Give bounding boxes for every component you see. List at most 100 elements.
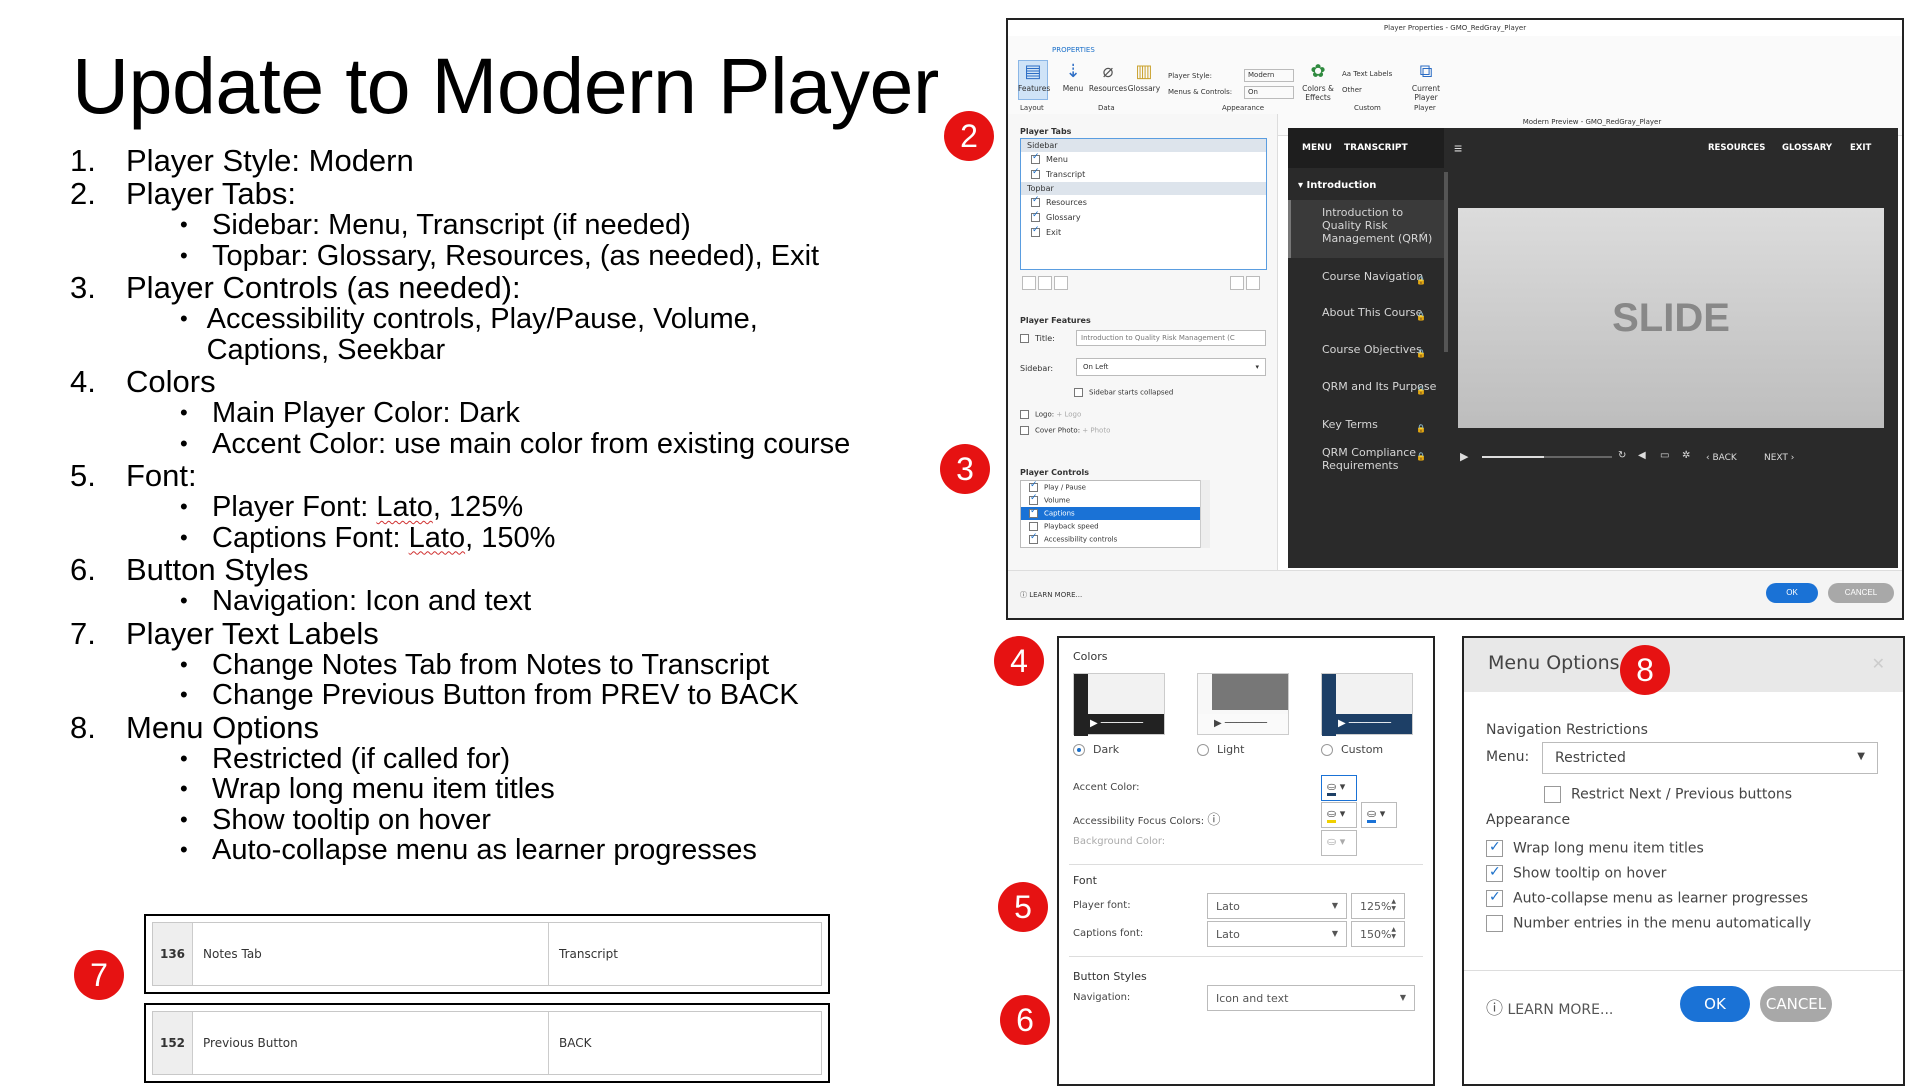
- edit-tab-icon[interactable]: [1038, 276, 1052, 290]
- preview-menu-item[interactable]: About This Course 🔒: [1288, 306, 1444, 321]
- checkbox-accessibility[interactable]: [1029, 532, 1038, 544]
- restrict-next-prev-checkbox[interactable]: Restrict Next / Previous buttons: [1544, 786, 1792, 803]
- add-photo-link[interactable]: + Photo: [1082, 427, 1110, 435]
- checkbox-cover-photo[interactable]: [1020, 426, 1029, 435]
- ribbon-tab-properties[interactable]: PROPERTIES: [1052, 46, 1095, 54]
- checkbox-resources[interactable]: [1031, 195, 1040, 207]
- delete-tab-icon[interactable]: [1054, 276, 1068, 290]
- accent-color-picker[interactable]: ⛀ ▾: [1321, 775, 1357, 801]
- show-tooltip-checkbox[interactable]: Show tooltip on hover: [1486, 864, 1666, 882]
- resources-button[interactable]: ⌀ Resources: [1088, 62, 1128, 94]
- learn-more-link[interactable]: ⓘ LEARN MORE...: [1486, 994, 1613, 1019]
- player-style-select[interactable]: Modern: [1244, 69, 1294, 82]
- radio-light[interactable]: Light: [1197, 743, 1244, 756]
- navigation-restrictions-header: Navigation Restrictions: [1486, 722, 1648, 738]
- hamburger-icon[interactable]: ≡: [1454, 140, 1462, 156]
- preview-menu-item[interactable]: Course Navigation 🔒: [1288, 270, 1444, 285]
- outline-subitem: • Captions Font: Lato, 150%: [70, 522, 870, 554]
- checkbox-menu[interactable]: [1031, 152, 1040, 164]
- preview-menu-item[interactable]: Key Terms 🔒: [1288, 418, 1444, 433]
- preview-menu-item-label: Key Terms: [1322, 418, 1378, 431]
- preview-tab-menu[interactable]: MENU: [1302, 143, 1332, 153]
- menu-restriction-select[interactable]: Restricted ▼: [1542, 742, 1878, 774]
- preview-tab-transcript[interactable]: TRANSCRIPT: [1344, 143, 1408, 153]
- move-up-icon[interactable]: [1230, 276, 1244, 290]
- group-data: Data: [1098, 104, 1115, 112]
- theme-custom-swatch[interactable]: ▶ ───────: [1321, 673, 1413, 736]
- focus-color-picker-2[interactable]: ⛀ ▾: [1361, 802, 1397, 828]
- list-scrollbar[interactable]: [1200, 480, 1210, 548]
- back-button[interactable]: ‹ BACK: [1706, 453, 1737, 463]
- preview-menu-item[interactable]: QRM Compliance Requirements 🔒: [1288, 446, 1444, 472]
- focus-color-picker-1[interactable]: ⛀ ▾: [1321, 802, 1357, 828]
- glossary-button[interactable]: ▥ Glossary: [1126, 62, 1162, 94]
- cancel-button[interactable]: CANCEL: [1760, 986, 1832, 1022]
- sidebar-select[interactable]: On Left ▾: [1076, 358, 1266, 376]
- outline-subitem-text: Navigation: Icon and text: [212, 585, 532, 617]
- checkbox-play-pause[interactable]: [1029, 481, 1038, 492]
- volume-icon[interactable]: ◀: [1638, 450, 1646, 461]
- replay-icon[interactable]: ↻: [1618, 450, 1626, 461]
- seekbar[interactable]: [1482, 456, 1612, 458]
- new-tab-icon[interactable]: [1022, 276, 1036, 290]
- outline-subitem-text: Auto-collapse menu as learner progresses: [212, 834, 757, 866]
- label-value[interactable]: Transcript: [549, 923, 821, 985]
- background-color-label: Background Color:: [1073, 836, 1166, 847]
- wrap-titles-checkbox[interactable]: Wrap long menu item titles: [1486, 839, 1704, 857]
- player-controls-header: Player Controls: [1020, 468, 1089, 477]
- checkbox-playback-speed[interactable]: [1029, 522, 1038, 531]
- features-button[interactable]: ▤ Features: [1018, 62, 1050, 94]
- menu-button[interactable]: ⇣ Menu: [1058, 61, 1088, 94]
- preview-menu-item[interactable]: Course Objectives 🔒: [1288, 343, 1444, 358]
- number-entries-checkbox[interactable]: Number entries in the menu automatically: [1486, 915, 1811, 932]
- info-icon[interactable]: ⓘ: [1207, 813, 1220, 828]
- captions-font-size[interactable]: 150% ▲ ▼: [1351, 921, 1405, 947]
- label-value[interactable]: BACK: [549, 1012, 821, 1074]
- player-font-select[interactable]: Lato ▼: [1207, 893, 1347, 919]
- checkbox-volume[interactable]: [1029, 493, 1038, 505]
- theme-dark-swatch[interactable]: ▶ ───────: [1073, 673, 1165, 736]
- preview-section[interactable]: ▾ Introduction: [1298, 180, 1376, 191]
- captions-font-select[interactable]: Lato ▼: [1207, 921, 1347, 947]
- ok-button[interactable]: OK: [1766, 583, 1818, 603]
- menu-arrow-icon: ⇣: [1065, 61, 1081, 82]
- checkbox-title[interactable]: [1020, 334, 1029, 343]
- preview-resources[interactable]: RESOURCES: [1708, 143, 1765, 153]
- close-icon[interactable]: ✕: [1872, 654, 1885, 673]
- colors-effects-button[interactable]: ✿ Colors & Effects: [1300, 62, 1336, 103]
- checkbox-glossary[interactable]: [1031, 210, 1040, 222]
- menus-controls-select[interactable]: On: [1244, 86, 1294, 99]
- auto-collapse-checkbox[interactable]: Auto-collapse menu as learner progresses: [1486, 889, 1808, 907]
- preview-glossary[interactable]: GLOSSARY: [1782, 143, 1832, 153]
- preview-menu-item[interactable]: Introduction to Quality Risk Management …: [1288, 206, 1444, 245]
- cancel-button[interactable]: CANCEL: [1828, 583, 1894, 603]
- play-icon[interactable]: ▶: [1460, 450, 1468, 463]
- preview-exit[interactable]: EXIT: [1850, 143, 1871, 153]
- radio-dark[interactable]: Dark: [1073, 743, 1119, 756]
- background-color-picker[interactable]: ⛀ ▾: [1321, 830, 1357, 856]
- navigation-style-select[interactable]: Icon and text ▼: [1207, 985, 1415, 1011]
- learn-more-link[interactable]: ⓘ LEARN MORE...: [1020, 590, 1082, 600]
- next-button[interactable]: NEXT ›: [1764, 453, 1794, 463]
- preview-scrollbar[interactable]: [1444, 172, 1448, 352]
- theme-light-swatch[interactable]: ▶ ───────: [1197, 673, 1289, 735]
- player-font-size[interactable]: 125% ▲ ▼: [1351, 893, 1405, 919]
- preview-menu-item[interactable]: QRM and Its Purpose 🔒: [1288, 380, 1444, 395]
- captions-icon[interactable]: ▭: [1660, 450, 1669, 461]
- settings-icon[interactable]: ✲: [1682, 450, 1690, 461]
- bullet-icon: •: [180, 651, 188, 677]
- checkbox-exit[interactable]: [1031, 225, 1040, 237]
- outline-subitem-text: Accessibility controls, Play/Pause, Volu…: [206, 303, 758, 366]
- radio-custom[interactable]: Custom: [1321, 743, 1383, 756]
- ok-button[interactable]: OK: [1680, 986, 1750, 1022]
- add-logo-link[interactable]: + Logo: [1056, 411, 1081, 419]
- text-labels-button[interactable]: Aa Text Labels: [1342, 70, 1392, 78]
- title-input[interactable]: Introduction to Quality Risk Management …: [1076, 330, 1266, 346]
- other-button[interactable]: Other: [1342, 86, 1362, 94]
- current-player-button[interactable]: ⧉ Current Player: [1406, 62, 1446, 103]
- checkbox-logo[interactable]: [1020, 410, 1029, 419]
- move-down-icon[interactable]: [1246, 276, 1260, 290]
- checkbox-sidebar-collapsed[interactable]: [1074, 388, 1083, 397]
- checkbox-captions[interactable]: [1029, 506, 1038, 518]
- checkbox-transcript[interactable]: [1031, 167, 1040, 179]
